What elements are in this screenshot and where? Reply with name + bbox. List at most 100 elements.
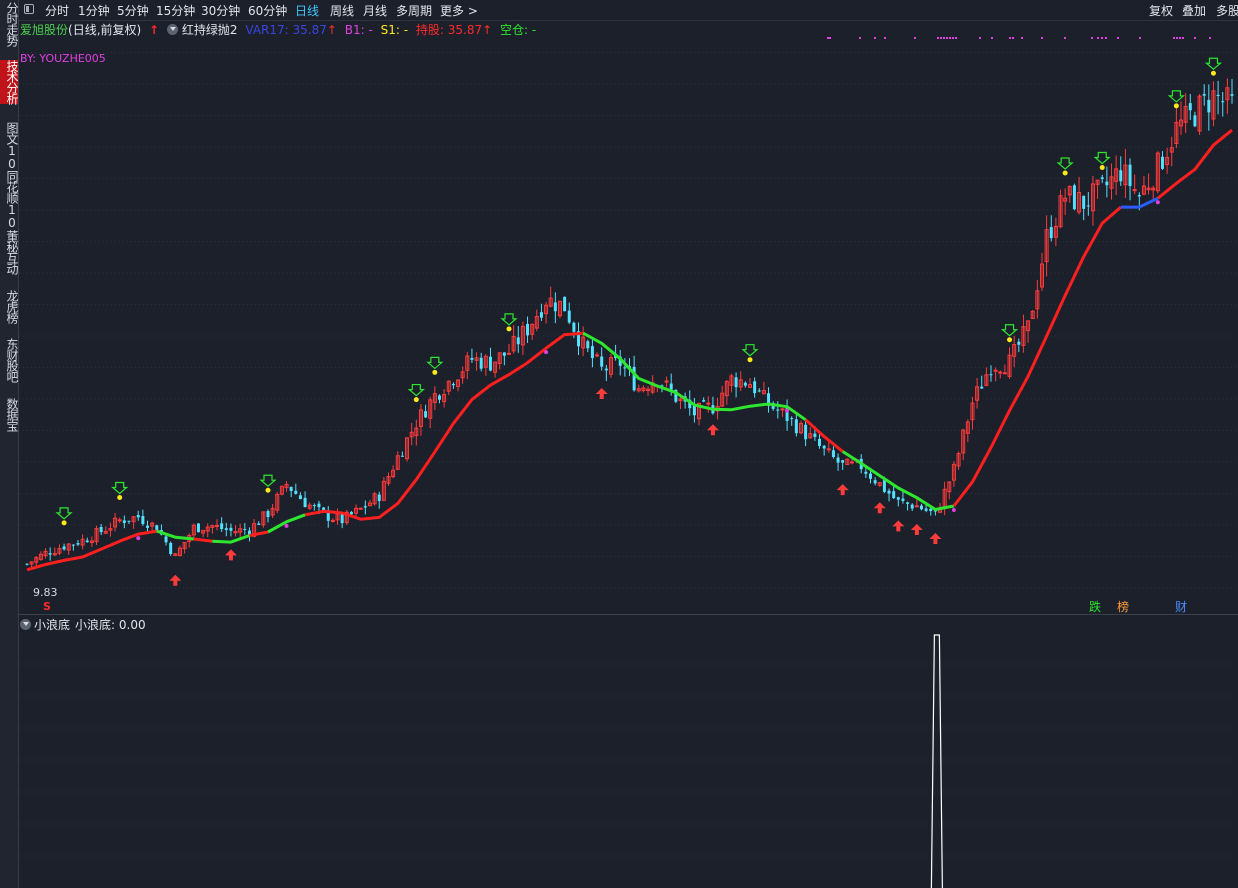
toolbar-button-1[interactable]: 叠加 — [1182, 2, 1206, 19]
top-dot — [1091, 37, 1093, 39]
sidebar-tab-0[interactable]: 分时走势 — [0, 2, 19, 46]
candle-down — [164, 536, 168, 543]
candle-down — [836, 457, 840, 463]
period-tab-4[interactable]: 30分钟 — [201, 2, 240, 19]
sell-arrow-icon — [1093, 151, 1111, 165]
candle-down — [229, 527, 233, 531]
sub-indicator-dropdown-icon[interactable] — [20, 619, 31, 630]
yellow-dot — [413, 397, 419, 403]
magenta-dot — [785, 408, 790, 413]
candle-down — [48, 553, 52, 555]
sidebar-tab-7[interactable]: 数据宝 — [0, 398, 19, 431]
candle-down — [794, 419, 798, 434]
candle-down — [924, 508, 928, 511]
candle-down — [136, 514, 140, 518]
period-tab-8[interactable]: 月线 — [363, 2, 387, 19]
top-dot — [1182, 37, 1184, 39]
sidebar-tab-3[interactable]: 同花顺10 — [0, 170, 19, 229]
panel-toggle-icon[interactable] — [24, 4, 34, 14]
candle-down — [437, 395, 441, 400]
candle-down — [1160, 156, 1164, 169]
buy-arrow-icon — [929, 533, 942, 545]
sidebar-tab-5[interactable]: 龙虎榜 — [0, 290, 19, 323]
candle-down — [243, 528, 247, 530]
candle-down — [919, 505, 923, 510]
top-dot — [979, 37, 981, 39]
magenta-dot — [544, 350, 549, 355]
candle-up — [117, 519, 122, 522]
candle-down — [317, 503, 321, 508]
toolbar-button-2[interactable]: 多股 — [1216, 2, 1238, 19]
candle-down — [989, 374, 993, 376]
period-tab-0[interactable]: 分时 — [45, 2, 69, 19]
candle-down — [169, 542, 173, 554]
period-tab-1[interactable]: 1分钟 — [78, 2, 110, 19]
magenta-dot — [951, 508, 956, 513]
candle-down — [869, 473, 872, 479]
candle-down — [980, 386, 984, 389]
candle-down — [127, 520, 131, 522]
candle-down — [590, 346, 594, 359]
candle-down — [1017, 341, 1021, 345]
candle-down — [1072, 185, 1076, 210]
candle-down — [488, 356, 492, 371]
candle-down — [813, 433, 817, 437]
badge-2: 财 — [1175, 600, 1187, 613]
candle-down — [502, 352, 506, 356]
sell-arrow-icon — [426, 356, 444, 370]
period-tab-2[interactable]: 5分钟 — [117, 2, 149, 19]
yellow-dot — [1173, 103, 1179, 109]
sell-arrow-icon — [1167, 90, 1186, 103]
buy-mark-label: S — [43, 600, 51, 613]
sell-arrow-icon — [259, 474, 277, 488]
top-dot — [952, 37, 954, 39]
top-dot — [829, 37, 831, 39]
sub-chart-svg[interactable] — [19, 632, 1238, 888]
sell-arrow-icon — [111, 481, 129, 495]
sell-arrow-icon — [407, 383, 425, 397]
candle-down — [303, 497, 307, 508]
candle-down — [901, 498, 905, 501]
candle-up — [358, 507, 363, 510]
candle-down — [257, 523, 261, 525]
candle-down — [400, 455, 404, 457]
sidebar-tab-6[interactable]: 东财股吧 — [0, 338, 19, 382]
candle-down — [873, 480, 877, 484]
pane-divider[interactable] — [19, 614, 1238, 615]
sidebar-tab-2[interactable]: 图文10 — [0, 122, 19, 170]
candle-down — [1202, 94, 1206, 96]
low-price-label: 9.83 — [33, 586, 58, 599]
sidebar-tab-4[interactable]: 董秘互动 — [0, 230, 19, 274]
sidebar-tab-1[interactable]: 技术分析 — [0, 60, 19, 104]
main-chart-svg[interactable]: BY: YOUZHE005 9.83 S 跌 榜 财 — [19, 21, 1238, 613]
main-candlestick-chart[interactable]: BY: YOUZHE005 9.83 S 跌 榜 财 — [19, 21, 1238, 613]
buy-arrow-icon — [224, 549, 237, 561]
top-dot — [1012, 37, 1014, 39]
candle-down — [539, 312, 543, 318]
period-tab-7[interactable]: 周线 — [330, 2, 354, 19]
period-tab-9[interactable]: 多周期 — [396, 2, 432, 19]
sub-spike-line — [930, 634, 943, 888]
candle-down — [1086, 205, 1090, 207]
sell-arrow-icon — [55, 507, 73, 520]
top-dot — [1209, 37, 1211, 39]
top-dot — [1117, 37, 1119, 39]
candle-down — [553, 302, 557, 312]
sub-indicator-chart[interactable] — [19, 632, 1238, 888]
period-tab-3[interactable]: 15分钟 — [156, 2, 195, 19]
top-dot — [874, 37, 876, 39]
toolbar-button-0[interactable]: 复权 — [1149, 2, 1173, 19]
top-dot — [1009, 37, 1011, 39]
period-tab-5[interactable]: 60分钟 — [248, 2, 287, 19]
sub-indicator-name[interactable]: 小浪底 — [34, 618, 70, 632]
yellow-dot — [61, 520, 67, 526]
yellow-dot — [265, 487, 271, 493]
yellow-dot — [432, 369, 438, 375]
period-tab-10[interactable]: 更多 > — [440, 2, 478, 19]
candle-down — [896, 497, 900, 500]
period-tab-6[interactable]: 日线 — [295, 2, 319, 19]
candle-down — [312, 505, 316, 507]
candle-down — [146, 525, 149, 528]
candle-down — [377, 494, 381, 501]
top-dot — [1041, 37, 1043, 39]
